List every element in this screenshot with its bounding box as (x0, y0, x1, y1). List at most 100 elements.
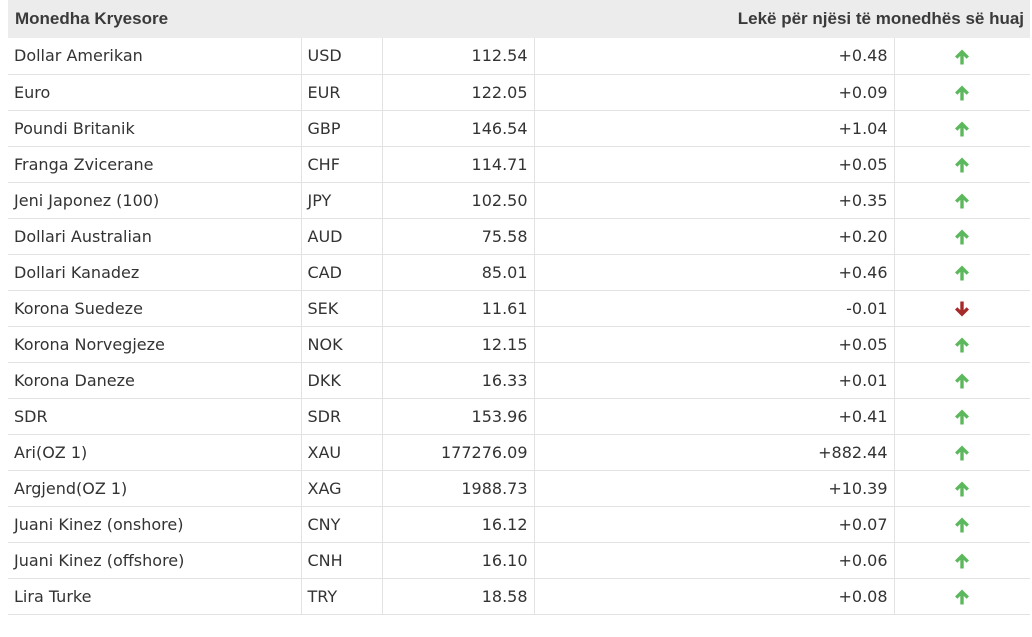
exchange-rate: 18.58 (381, 577, 535, 615)
table-row: SDR SDR 153.96 +0.41 (8, 397, 1031, 435)
currency-name: Juani Kinez (offshore) (8, 541, 302, 579)
table-row: Ari(OZ 1) XAU 177276.09 +882.44 (8, 433, 1031, 471)
currency-name: Poundi Britanik (8, 109, 302, 147)
arrow-up-icon (953, 480, 971, 498)
currency-rates-panel: Monedha Kryesore Lekë për njësi të moned… (0, 0, 1032, 637)
table-row: Poundi Britanik GBP 146.54 +1.04 (8, 109, 1031, 147)
trend-cell (893, 181, 1031, 219)
arrow-up-icon (953, 372, 971, 390)
currency-code: XAU (300, 433, 383, 471)
table-row: Jeni Japonez (100) JPY 102.50 +0.35 (8, 181, 1031, 219)
currency-code: CNH (300, 541, 383, 579)
trend-cell (893, 289, 1031, 327)
arrow-up-icon (953, 336, 971, 354)
table-row: Korona Suedeze SEK 11.61 -0.01 (8, 289, 1031, 327)
exchange-rate: 16.33 (381, 361, 535, 399)
arrow-up-icon (953, 444, 971, 462)
table-body: Dollar Amerikan USD 112.54 +0.48 Euro EUR 122.… (8, 38, 1031, 615)
arrow-up-icon (953, 516, 971, 534)
currency-code: CAD (300, 253, 383, 291)
rate-change: +0.05 (533, 145, 895, 183)
rate-change: -0.01 (533, 289, 895, 327)
trend-cell (893, 505, 1031, 543)
arrow-down-icon (953, 300, 971, 318)
trend-cell (893, 433, 1031, 471)
currency-rates-table: Monedha Kryesore Lekë për njësi të moned… (8, 0, 1031, 615)
trend-cell (893, 577, 1031, 615)
arrow-up-icon (953, 588, 971, 606)
currency-code: JPY (300, 181, 383, 219)
currency-name: Dollari Kanadez (8, 253, 302, 291)
trend-cell (893, 145, 1031, 183)
trend-cell (893, 325, 1031, 363)
exchange-rate: 75.58 (381, 217, 535, 255)
table-row: Dollari Kanadez CAD 85.01 +0.46 (8, 253, 1031, 291)
arrow-up-icon (953, 552, 971, 570)
currency-name: Dollar Amerikan (8, 38, 302, 75)
rate-change: +1.04 (533, 109, 895, 147)
table-title: Monedha Kryesore (8, 0, 535, 38)
arrow-up-icon (953, 228, 971, 246)
table-header-row: Monedha Kryesore Lekë për njësi të moned… (8, 0, 1031, 38)
currency-name: Jeni Japonez (100) (8, 181, 302, 219)
arrow-up-icon (953, 156, 971, 174)
currency-name: Lira Turke (8, 577, 302, 615)
arrow-up-icon (953, 84, 971, 102)
currency-name: Argjend(OZ 1) (8, 469, 302, 507)
rate-change: +0.01 (533, 361, 895, 399)
table-row: Juani Kinez (offshore) CNH 16.10 +0.06 (8, 541, 1031, 579)
exchange-rate: 112.54 (381, 38, 535, 75)
trend-cell (893, 73, 1031, 111)
table-subtitle: Lekë për njësi të monedhës së huaj (534, 0, 1031, 38)
table-row: Argjend(OZ 1) XAG 1988.73 +10.39 (8, 469, 1031, 507)
currency-code: DKK (300, 361, 383, 399)
arrow-up-icon (953, 120, 971, 138)
currency-code: SDR (300, 397, 383, 435)
exchange-rate: 114.71 (381, 145, 535, 183)
table-row: Korona Daneze DKK 16.33 +0.01 (8, 361, 1031, 399)
trend-cell (893, 541, 1031, 579)
currency-code: NOK (300, 325, 383, 363)
currency-code: TRY (300, 577, 383, 615)
currency-name: Dollari Australian (8, 217, 302, 255)
currency-name: Euro (8, 73, 302, 111)
currency-name: Korona Suedeze (8, 289, 302, 327)
rate-change: +0.09 (533, 73, 895, 111)
table-row: Euro EUR 122.05 +0.09 (8, 73, 1031, 111)
table-row: Dollari Australian AUD 75.58 +0.20 (8, 217, 1031, 255)
currency-code: XAG (300, 469, 383, 507)
arrow-up-icon (953, 48, 971, 66)
exchange-rate: 153.96 (381, 397, 535, 435)
rate-change: +0.41 (533, 397, 895, 435)
currency-name: Korona Daneze (8, 361, 302, 399)
exchange-rate: 16.12 (381, 505, 535, 543)
currency-code: EUR (300, 73, 383, 111)
trend-cell (893, 38, 1031, 75)
currency-code: AUD (300, 217, 383, 255)
currency-code: CHF (300, 145, 383, 183)
currency-code: CNY (300, 505, 383, 543)
exchange-rate: 16.10 (381, 541, 535, 579)
exchange-rate: 1988.73 (381, 469, 535, 507)
exchange-rate: 85.01 (381, 253, 535, 291)
trend-cell (893, 217, 1031, 255)
rate-change: +10.39 (533, 469, 895, 507)
currency-code: SEK (300, 289, 383, 327)
currency-name: Juani Kinez (onshore) (8, 505, 302, 543)
rate-change: +0.07 (533, 505, 895, 543)
trend-cell (893, 253, 1031, 291)
rate-change: +0.35 (533, 181, 895, 219)
trend-cell (893, 469, 1031, 507)
exchange-rate: 12.15 (381, 325, 535, 363)
table-row: Dollar Amerikan USD 112.54 +0.48 (8, 38, 1031, 75)
table-row: Lira Turke TRY 18.58 +0.08 (8, 577, 1031, 615)
exchange-rate: 177276.09 (381, 433, 535, 471)
trend-cell (893, 397, 1031, 435)
rate-change: +0.20 (533, 217, 895, 255)
currency-code: USD (300, 38, 383, 75)
arrow-up-icon (953, 408, 971, 426)
rate-change: +882.44 (533, 433, 895, 471)
currency-name: Ari(OZ 1) (8, 433, 302, 471)
rate-change: +0.46 (533, 253, 895, 291)
exchange-rate: 102.50 (381, 181, 535, 219)
